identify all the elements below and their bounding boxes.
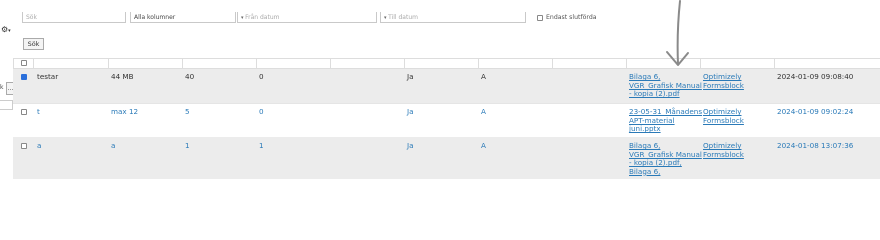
left-fragment: k — [0, 84, 4, 91]
table-row[interactable] — [13, 137, 880, 179]
row-date: 2024-01-09 09:08:40 — [777, 72, 854, 81]
annotation-arrow-icon — [666, 0, 689, 66]
file-link[interactable]: Bilaga 6, VGR_Grafisk Manual - kopia (2)… — [629, 72, 702, 99]
row-count: 5 — [185, 107, 190, 116]
row-value: 1 — [259, 141, 264, 150]
column-divider — [33, 58, 34, 69]
search-input[interactable]: Sök — [22, 12, 126, 23]
row-size: 44 MB — [111, 72, 134, 81]
column-divider — [108, 58, 109, 69]
row-value: 0 — [259, 72, 264, 81]
file-link[interactable]: Bilaga 6, VGR_Grafisk Manual - kopia (2)… — [629, 141, 702, 176]
columns-select[interactable]: Alla kolumner — [130, 12, 236, 23]
row-grade: A — [481, 72, 486, 81]
row-date: 2024-01-09 09:02:24 — [777, 107, 854, 116]
row-value: 0 — [259, 107, 264, 116]
row-date: 2024-01-08 13:07:36 — [777, 141, 854, 150]
row-checkbox[interactable] — [21, 109, 27, 115]
row-checkbox[interactable] — [21, 74, 27, 80]
row-count: 1 — [185, 141, 190, 150]
row-grade: A — [481, 141, 486, 150]
from-date-placeholder: Från datum — [245, 14, 280, 21]
only-completed-label: Endast slutförda — [546, 14, 597, 21]
select-all-checkbox[interactable] — [21, 60, 27, 66]
file-link-line: Bilaga 6, — [629, 166, 661, 176]
column-divider — [330, 58, 331, 69]
column-divider — [404, 58, 405, 69]
table-row[interactable] — [13, 69, 880, 103]
search-button[interactable]: Sök — [23, 38, 44, 50]
to-date-input[interactable]: ▾ Till datum — [380, 12, 526, 23]
row-name: a — [37, 141, 42, 150]
file-link[interactable]: 23-05-31_Månadens APT-material juni.pptx — [629, 107, 702, 134]
column-divider — [256, 58, 257, 69]
row-size: a — [111, 141, 116, 150]
gear-icon[interactable]: ⚙▾ — [1, 25, 13, 35]
form-link-line: Formsblock — [703, 80, 744, 90]
file-link-line: - kopia (2).pdf — [629, 89, 680, 99]
row-name: testar — [37, 72, 59, 81]
row-name: t — [37, 107, 40, 116]
file-link-line: juni.pptx — [629, 124, 661, 134]
from-date-input[interactable]: ▾ Från datum — [237, 12, 377, 23]
row-flag: Ja — [407, 107, 414, 116]
form-link[interactable]: Optimizely Formsblock — [703, 141, 744, 159]
only-completed-checkbox[interactable] — [537, 15, 543, 21]
column-divider — [626, 58, 627, 69]
only-completed-filter[interactable]: Endast slutförda — [537, 14, 597, 21]
row-flag: Ja — [407, 72, 414, 81]
row-grade: A — [481, 107, 486, 116]
form-link[interactable]: Optimizely Formsblock — [703, 72, 744, 90]
table-header — [13, 58, 880, 69]
row-flag: Ja — [407, 141, 414, 150]
column-divider — [478, 58, 479, 69]
to-date-placeholder: Till datum — [388, 14, 418, 21]
table-row[interactable] — [13, 103, 880, 137]
form-link-line: Formsblock — [703, 115, 744, 125]
form-link[interactable]: Optimizely Formsblock — [703, 107, 744, 125]
row-size: max 12 — [111, 107, 139, 116]
left-field[interactable] — [0, 100, 13, 110]
form-link-line: Formsblock — [703, 149, 744, 159]
row-count: 40 — [185, 72, 195, 81]
column-divider — [182, 58, 183, 69]
column-divider — [552, 58, 553, 69]
column-divider — [774, 58, 775, 69]
column-divider — [700, 58, 701, 69]
columns-select-value: Alla kolumner — [134, 14, 176, 21]
row-checkbox[interactable] — [21, 143, 27, 149]
